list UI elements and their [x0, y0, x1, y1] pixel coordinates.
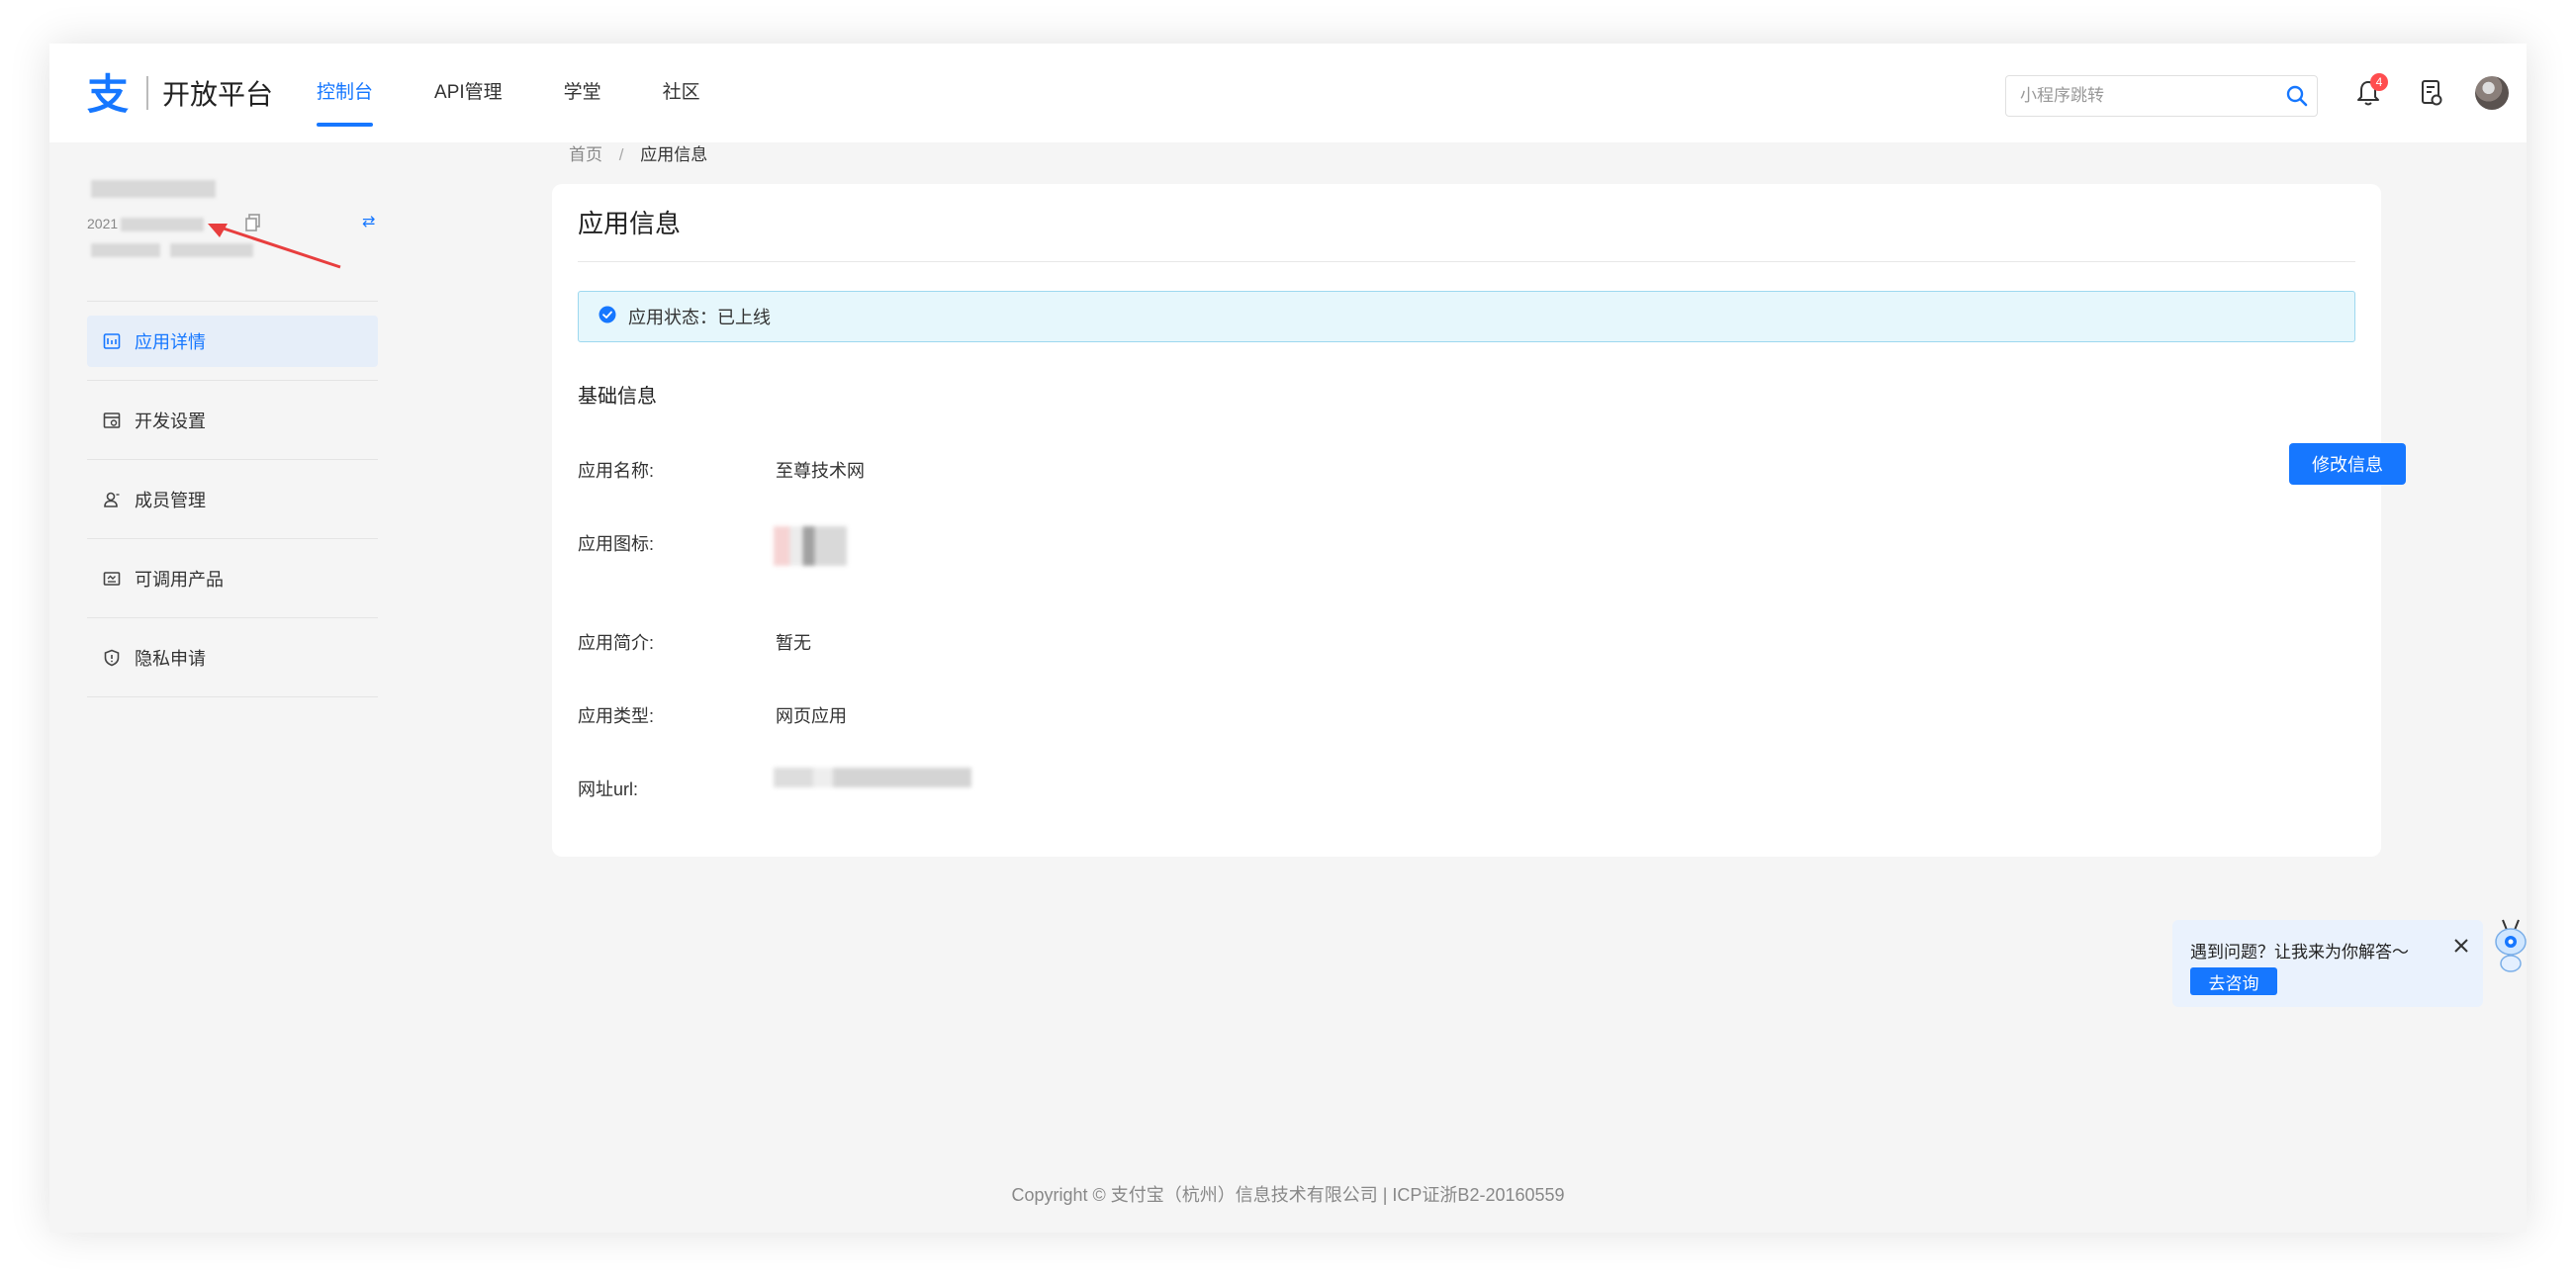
active-highlight — [87, 316, 378, 367]
field-value-app-desc: 暂无 — [776, 633, 811, 653]
help-widget: 遇到问题？让我来为你解答～ 去咨询 — [2172, 920, 2483, 1007]
members-icon — [103, 490, 123, 509]
field-label-url: 网址url: — [578, 779, 639, 799]
svg-text:支: 支 — [87, 70, 129, 117]
footer-copyright: Copyright © 支付宝（杭州）信息技术有限公司 | ICP证浙B2-20… — [1011, 1185, 1565, 1205]
url-value-redacted — [774, 768, 971, 787]
status-text: 应用状态：已上线 — [628, 308, 771, 327]
search-icon[interactable] — [2277, 85, 2317, 107]
sidebar-item-label: 开发设置 — [135, 411, 206, 431]
sidebar-item-label: 应用详情 — [135, 331, 206, 352]
sidebar-item-label: 成员管理 — [135, 490, 206, 510]
top-navigation-bar: 支 开放平台 控制台 API管理 学堂 社区 4 — [49, 44, 2527, 142]
logo-text: 开放平台 — [162, 79, 274, 110]
sidebar-item-privacy[interactable]: 隐私申请 — [87, 618, 378, 697]
app-window: 支 开放平台 控制台 API管理 学堂 社区 4 — [49, 44, 2527, 1233]
field-value-app-name: 至尊技术网 — [776, 461, 865, 481]
breadcrumb-separator: / — [618, 145, 624, 164]
dev-settings-icon — [103, 411, 123, 430]
switch-app-icon[interactable]: ⇄ — [362, 212, 375, 231]
field-label-app-type: 应用类型: — [578, 706, 655, 726]
nav-item-api[interactable]: API管理 — [434, 44, 503, 142]
sidebar: 2021 ⇄ 应用详情 开发设置 成员管理 可调用产品 隐私申请 — [87, 142, 378, 697]
page-title: 应用信息 — [578, 209, 682, 238]
app-icon-image — [774, 526, 847, 566]
sidebar-menu: 应用详情 开发设置 成员管理 可调用产品 隐私申请 — [87, 301, 378, 697]
close-icon[interactable] — [2447, 932, 2475, 960]
breadcrumb-current: 应用信息 — [640, 145, 708, 164]
avatar[interactable] — [2475, 76, 2509, 110]
breadcrumb: 首页 / 应用信息 — [569, 140, 707, 165]
products-icon — [103, 569, 123, 589]
logo-separator — [146, 76, 148, 110]
document-button[interactable] — [2412, 73, 2451, 113]
privacy-shield-icon — [103, 648, 123, 668]
status-banner: 应用状态：已上线 — [578, 291, 2355, 342]
breadcrumb-home[interactable]: 首页 — [569, 145, 602, 164]
assistant-robot-icon[interactable] — [2493, 916, 2527, 975]
field-label-app-desc: 应用简介: — [578, 633, 655, 653]
sidebar-item-dev-settings[interactable]: 开发设置 — [87, 381, 378, 460]
search-input[interactable] — [2006, 86, 2277, 106]
edit-info-button[interactable]: 修改信息 — [2289, 443, 2406, 485]
app-info-card: 应用信息 应用状态：已上线 基础信息 应用名称: 至尊技术网 修改信息 应用图标… — [552, 184, 2406, 857]
logo[interactable]: 支 开放平台 — [85, 69, 273, 117]
sidebar-item-products[interactable]: 可调用产品 — [87, 539, 378, 618]
nav-item-console[interactable]: 控制台 — [317, 44, 374, 142]
field-label-app-icon: 应用图标: — [578, 534, 655, 554]
app-meta: 2021 ⇄ — [87, 142, 378, 301]
app-info-redacted — [91, 243, 160, 257]
field-value-app-type: 网页应用 — [776, 706, 847, 726]
section-title: 基础信息 — [578, 386, 657, 408]
search-box — [2005, 75, 2318, 117]
red-arrow-annotation — [208, 224, 341, 269]
notification-badge: 4 — [2370, 73, 2388, 91]
sidebar-item-label: 可调用产品 — [135, 569, 224, 590]
main-nav: 控制台 API管理 学堂 社区 — [317, 44, 762, 142]
app-detail-icon — [103, 331, 123, 351]
document-icon — [2422, 80, 2442, 106]
field-label-app-name: 应用名称: — [578, 461, 655, 481]
help-text: 遇到问题？让我来为你解答～ — [2190, 943, 2409, 962]
nav-item-community[interactable]: 社区 — [663, 44, 700, 142]
sidebar-item-app-detail[interactable]: 应用详情 — [87, 302, 378, 381]
title-divider — [578, 261, 2355, 262]
check-circle-icon — [598, 306, 616, 328]
app-name-redacted — [91, 180, 216, 198]
app-id-redacted — [121, 218, 204, 231]
notification-button[interactable]: 4 — [2348, 73, 2388, 113]
app-id: 2021 — [87, 216, 119, 231]
consult-button[interactable]: 去咨询 — [2190, 967, 2277, 995]
sidebar-item-label: 隐私申请 — [135, 648, 206, 669]
alipay-logo-icon: 支 — [87, 70, 129, 117]
sidebar-item-members[interactable]: 成员管理 — [87, 460, 378, 539]
nav-item-academy[interactable]: 学堂 — [564, 44, 601, 142]
